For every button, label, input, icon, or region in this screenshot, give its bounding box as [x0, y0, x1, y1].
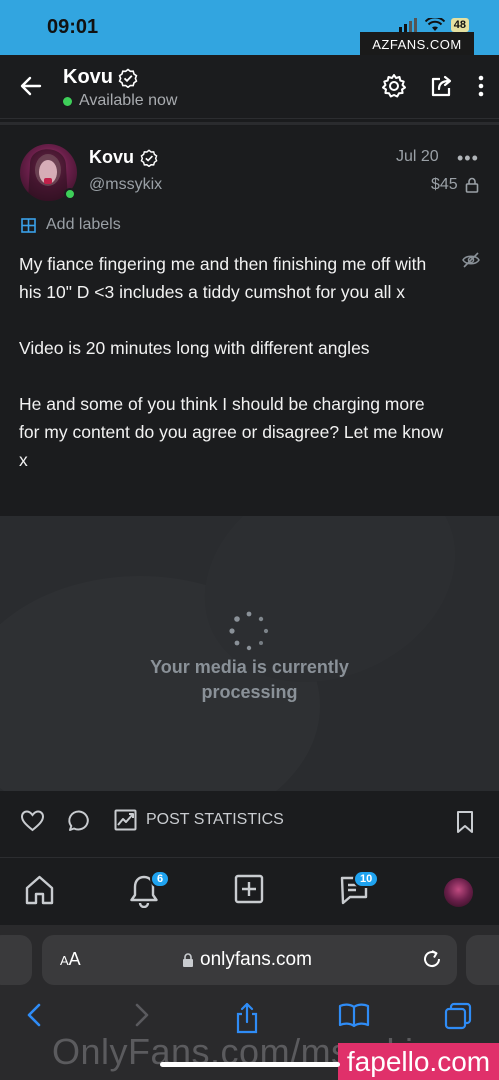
post-price-value: $45: [431, 176, 458, 193]
post-card: Kovu @mssykix Jul 20 ••• $45 Add labels …: [0, 126, 499, 516]
post-author[interactable]: Kovu: [89, 147, 158, 168]
post-statistics-button[interactable]: POST STATISTICS: [114, 809, 284, 831]
online-dot: [64, 188, 76, 200]
watermark-top: AZFANS.COM: [360, 32, 474, 56]
more-vertical-icon[interactable]: [477, 73, 485, 99]
signal-icon: [398, 18, 417, 32]
header-status-text: Available now: [79, 92, 178, 109]
aa-big: A: [68, 949, 81, 969]
heart-icon[interactable]: [20, 809, 45, 833]
label-icon: [21, 217, 36, 233]
loading-spinner-icon: [229, 611, 269, 651]
header-title[interactable]: Kovu: [63, 66, 138, 89]
profile-avatar[interactable]: [444, 878, 473, 907]
bookmarks-icon[interactable]: [338, 1002, 370, 1028]
tabs-icon[interactable]: [444, 1002, 472, 1030]
post-more-button[interactable]: •••: [457, 148, 479, 169]
verified-icon: [140, 148, 158, 167]
post-actions: POST STATISTICS: [0, 791, 499, 857]
reload-icon[interactable]: [421, 948, 443, 970]
post-handle[interactable]: @mssykix: [89, 176, 162, 194]
address-bar[interactable]: AA onlyfans.com: [42, 935, 457, 985]
forward-icon[interactable]: [132, 1002, 152, 1028]
back-arrow-icon[interactable]: [18, 73, 44, 99]
post-author-name: Kovu: [89, 147, 134, 167]
gear-icon[interactable]: [381, 73, 407, 99]
url-display[interactable]: onlyfans.com: [182, 949, 312, 971]
media-line1: Your media is currently: [150, 657, 349, 677]
wifi-icon: [424, 18, 445, 31]
online-dot: [63, 96, 72, 106]
header-status: Available now: [63, 92, 177, 110]
post-text-p2: Video is 20 minutes long with different …: [19, 338, 370, 358]
post-statistics-label: POST STATISTICS: [146, 811, 284, 828]
next-tab-bar[interactable]: [466, 935, 499, 985]
header-divider: [0, 122, 499, 125]
home-icon[interactable]: [23, 874, 56, 906]
share-icon[interactable]: [429, 73, 455, 99]
home-indicator: [160, 1062, 340, 1067]
share-sheet-icon[interactable]: [234, 1002, 260, 1034]
back-icon[interactable]: [24, 1002, 44, 1028]
post-text: My fiance fingering me and then finishin…: [19, 250, 449, 502]
media-processing-text: Your media is currently processing: [0, 655, 499, 705]
bottom-nav: 6 10: [0, 857, 499, 925]
reader-options-button[interactable]: AA: [60, 949, 81, 970]
status-icons: 48: [398, 18, 469, 32]
add-labels-button[interactable]: Add labels: [20, 216, 121, 234]
media-placeholder[interactable]: Your media is currently processing: [0, 516, 499, 791]
eye-off-icon[interactable]: [461, 250, 481, 270]
prev-tab-bar[interactable]: [0, 935, 32, 985]
url-text: onlyfans.com: [200, 949, 312, 970]
media-line2: processing: [201, 682, 298, 702]
watermark-fapello: fapello.com: [338, 1043, 499, 1080]
notifications-badge: 6: [150, 870, 171, 888]
bookmark-icon[interactable]: [455, 810, 475, 834]
lock-icon: [465, 177, 479, 193]
post-text-p3: He and some of you think I should be cha…: [19, 394, 444, 470]
add-labels-label: Add labels: [46, 216, 121, 233]
battery-indicator: 48: [450, 18, 469, 32]
verified-icon: [118, 67, 138, 88]
post-price: $45: [431, 176, 479, 194]
add-post-icon[interactable]: [234, 874, 264, 904]
aa-small: A: [60, 953, 69, 968]
header-actions: [381, 73, 485, 99]
lock-icon: [183, 952, 193, 967]
post-date: Jul 20: [396, 148, 439, 165]
status-bar: 09:01 48 AZFANS.COM: [0, 0, 499, 56]
messages-badge: 10: [353, 870, 380, 888]
chart-icon: [114, 809, 137, 831]
post-text-p1: My fiance fingering me and then finishin…: [19, 254, 427, 302]
status-time: 09:01: [47, 16, 99, 38]
chat-header: Kovu Available now: [0, 55, 499, 119]
header-name: Kovu: [63, 66, 113, 88]
comment-icon[interactable]: [67, 809, 91, 833]
